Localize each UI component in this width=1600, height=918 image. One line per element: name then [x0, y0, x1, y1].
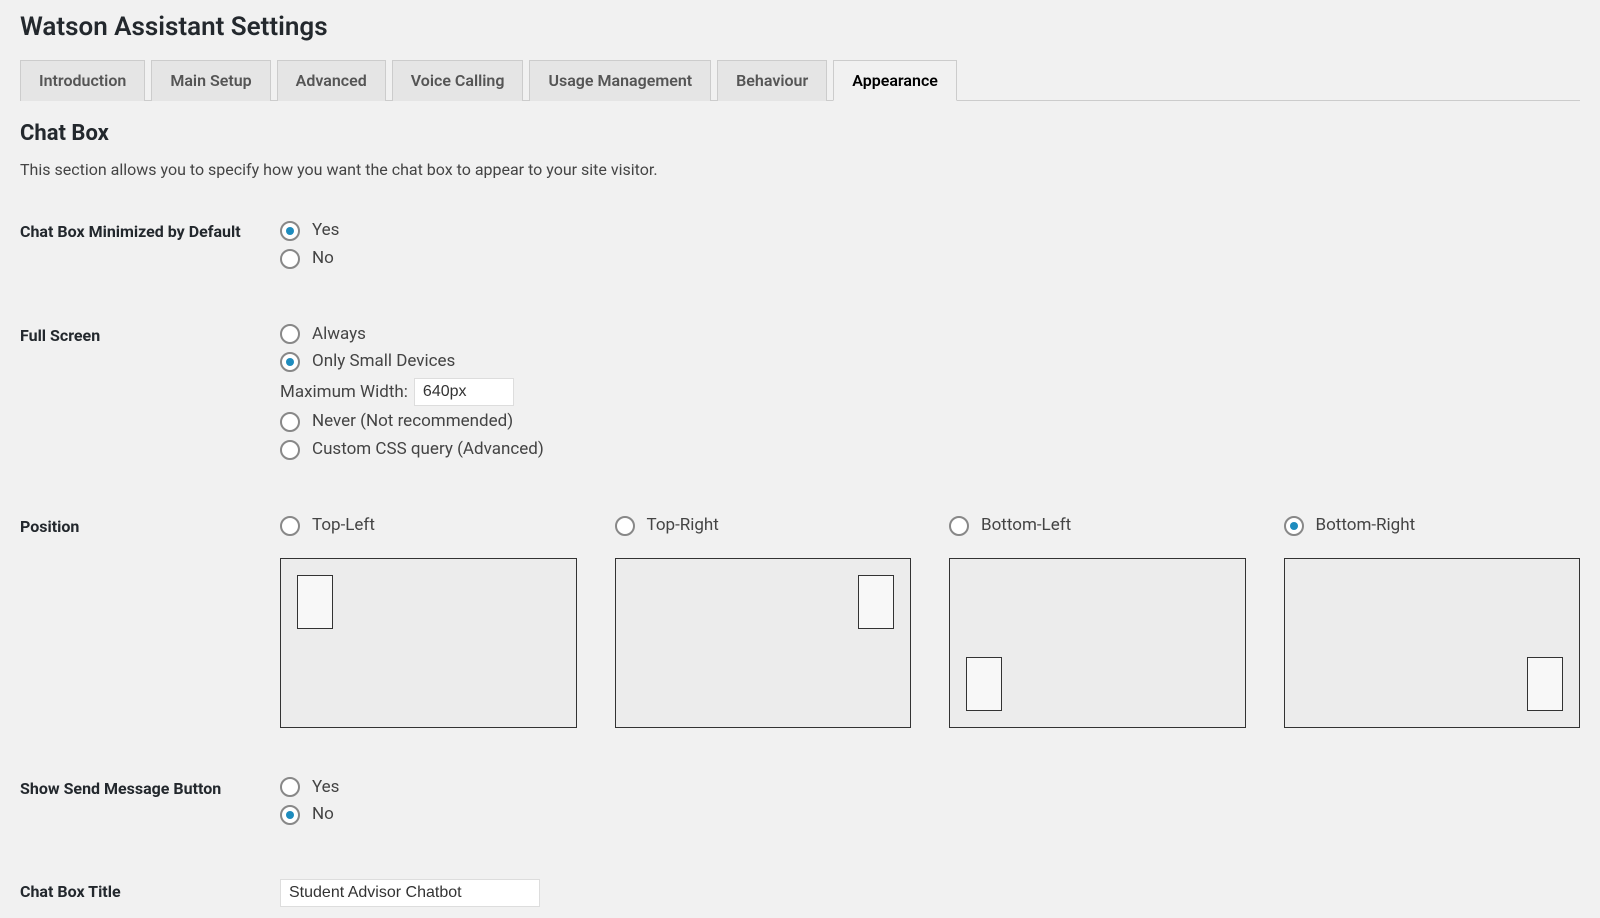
row-position: Position Top-Left Top-Right — [20, 514, 1580, 728]
radio-fullscreen-custom-label[interactable]: Custom CSS query (Advanced) — [280, 438, 1580, 462]
radio-fullscreen-never-label[interactable]: Never (Not recommended) — [280, 410, 1580, 434]
radio-fullscreen-never[interactable] — [280, 412, 300, 432]
position-option-top-left: Top-Left — [280, 514, 577, 728]
row-send-button: Show Send Message Button Yes No — [20, 776, 1580, 832]
radio-position-bottom-right-label[interactable]: Bottom-Right — [1284, 514, 1581, 538]
preview-mini-box — [297, 575, 333, 629]
tab-behaviour[interactable]: Behaviour — [717, 60, 827, 101]
radio-fullscreen-never-text: Never (Not recommended) — [312, 410, 513, 434]
tab-introduction[interactable]: Introduction — [20, 60, 145, 101]
radio-minimized-yes-label[interactable]: Yes — [280, 219, 1580, 243]
max-width-input[interactable] — [414, 378, 514, 406]
tab-appearance[interactable]: Appearance — [833, 60, 957, 101]
preview-bottom-right — [1284, 558, 1581, 728]
radio-position-top-left[interactable] — [280, 516, 300, 536]
chatbox-title-input[interactable] — [280, 879, 540, 907]
radio-fullscreen-always-label[interactable]: Always — [280, 323, 1580, 347]
radio-minimized-no-text: No — [312, 247, 334, 271]
preview-mini-box — [966, 657, 1002, 711]
radio-fullscreen-only-small-text: Only Small Devices — [312, 350, 455, 374]
page-title: Watson Assistant Settings — [20, 0, 1580, 60]
radio-position-bottom-left[interactable] — [949, 516, 969, 536]
radio-send-no-label[interactable]: No — [280, 803, 1580, 827]
row-minimized: Chat Box Minimized by Default Yes No — [20, 219, 1580, 275]
label-minimized: Chat Box Minimized by Default — [20, 219, 280, 243]
row-chatbox-title: Chat Box Title — [20, 879, 1580, 907]
row-fullscreen: Full Screen Always Only Small Devices Ma… — [20, 323, 1580, 466]
preview-mini-box — [858, 575, 894, 629]
label-chatbox-title: Chat Box Title — [20, 879, 280, 903]
radio-minimized-no-label[interactable]: No — [280, 247, 1580, 271]
radio-send-yes[interactable] — [280, 777, 300, 797]
tab-voice-calling[interactable]: Voice Calling — [392, 60, 524, 101]
label-position: Position — [20, 514, 280, 538]
radio-position-top-right[interactable] — [615, 516, 635, 536]
tab-advanced[interactable]: Advanced — [277, 60, 386, 101]
tab-bar: Introduction Main Setup Advanced Voice C… — [20, 60, 1580, 101]
radio-position-top-right-text: Top-Right — [647, 514, 719, 538]
label-send-button: Show Send Message Button — [20, 776, 280, 800]
max-width-label: Maximum Width: — [280, 382, 408, 402]
radio-position-bottom-left-text: Bottom-Left — [981, 514, 1071, 538]
radio-send-no[interactable] — [280, 805, 300, 825]
radio-fullscreen-only-small[interactable] — [280, 352, 300, 372]
radio-fullscreen-only-small-label[interactable]: Only Small Devices — [280, 350, 1580, 374]
radio-send-no-text: No — [312, 803, 334, 827]
radio-minimized-yes-text: Yes — [312, 219, 339, 243]
preview-bottom-left — [949, 558, 1246, 728]
radio-position-top-right-label[interactable]: Top-Right — [615, 514, 912, 538]
position-option-bottom-left: Bottom-Left — [949, 514, 1246, 728]
label-fullscreen: Full Screen — [20, 323, 280, 347]
preview-top-right — [615, 558, 912, 728]
radio-send-yes-label[interactable]: Yes — [280, 776, 1580, 800]
tab-usage-management[interactable]: Usage Management — [529, 60, 711, 101]
radio-position-top-left-label[interactable]: Top-Left — [280, 514, 577, 538]
section-title: Chat Box — [20, 121, 1580, 146]
position-option-top-right: Top-Right — [615, 514, 912, 728]
radio-position-bottom-left-label[interactable]: Bottom-Left — [949, 514, 1246, 538]
radio-fullscreen-always-text: Always — [312, 323, 366, 347]
radio-fullscreen-always[interactable] — [280, 324, 300, 344]
radio-position-bottom-right-text: Bottom-Right — [1316, 514, 1416, 538]
radio-send-yes-text: Yes — [312, 776, 339, 800]
position-option-bottom-right: Bottom-Right — [1284, 514, 1581, 728]
radio-minimized-yes[interactable] — [280, 221, 300, 241]
radio-fullscreen-custom-text: Custom CSS query (Advanced) — [312, 438, 544, 462]
radio-position-top-left-text: Top-Left — [312, 514, 375, 538]
preview-mini-box — [1527, 657, 1563, 711]
preview-top-left — [280, 558, 577, 728]
tab-main-setup[interactable]: Main Setup — [151, 60, 270, 101]
radio-position-bottom-right[interactable] — [1284, 516, 1304, 536]
radio-minimized-no[interactable] — [280, 249, 300, 269]
section-description: This section allows you to specify how y… — [20, 160, 1580, 179]
radio-fullscreen-custom[interactable] — [280, 440, 300, 460]
